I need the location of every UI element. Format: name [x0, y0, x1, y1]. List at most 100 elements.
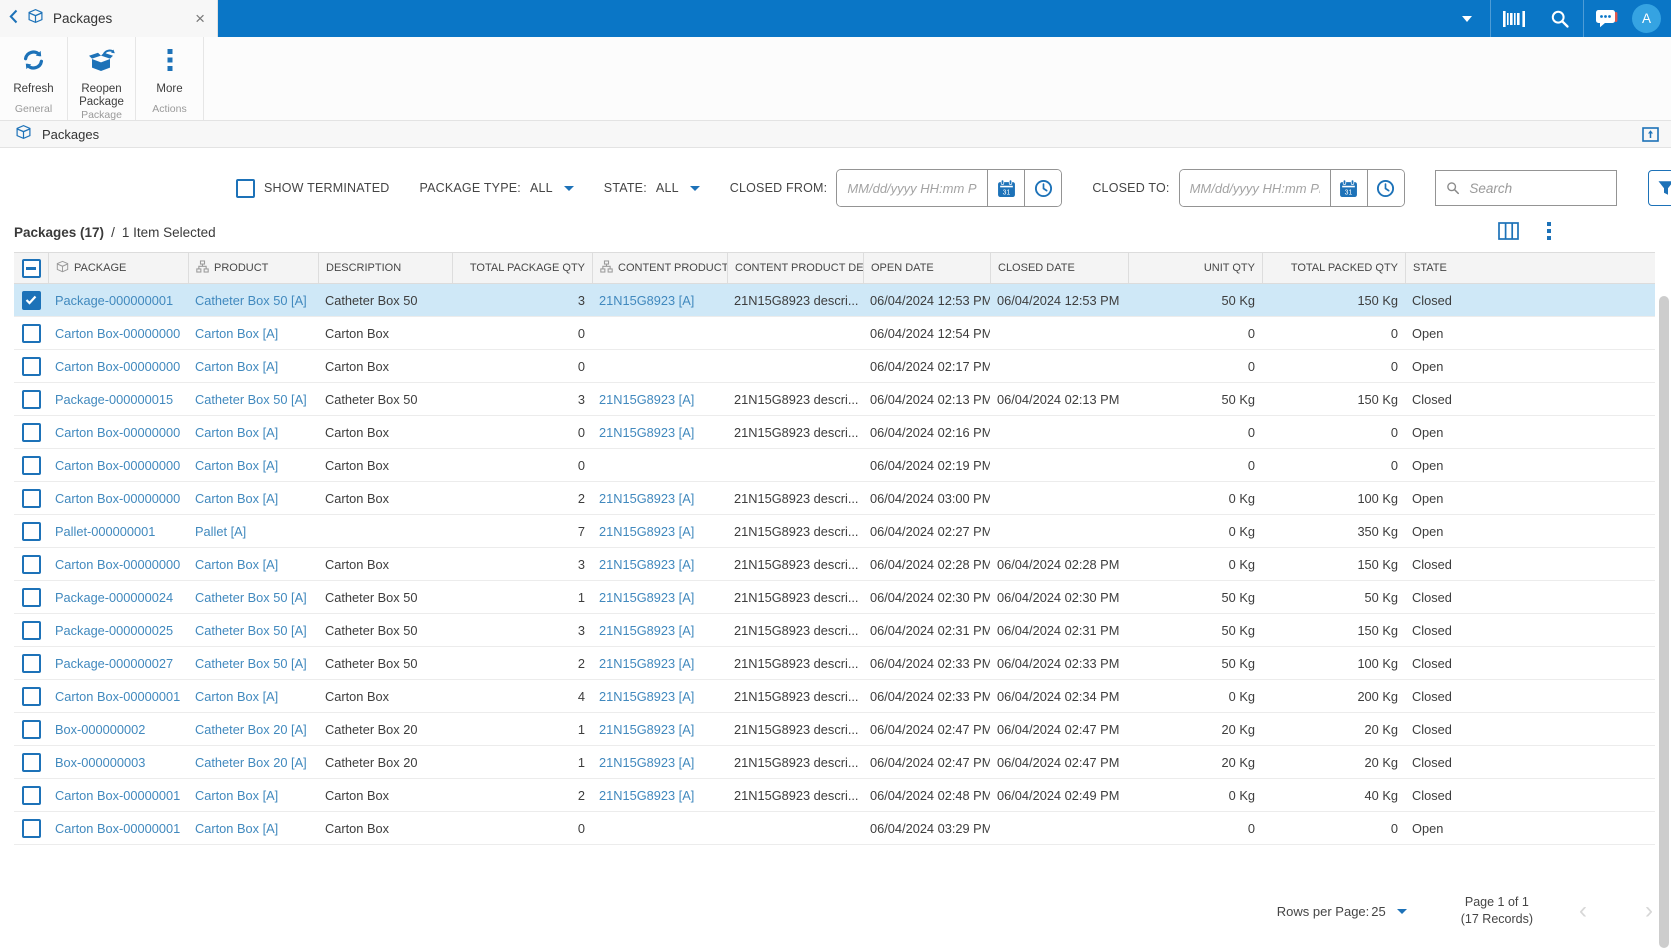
content_product-cell[interactable]: 21N15G8923 [A] [592, 755, 727, 770]
rows-per-page[interactable]: Rows per Page: 25 [1277, 904, 1407, 919]
package-cell[interactable]: Package-000000001 [48, 293, 188, 308]
closed-from-calendar-button[interactable]: 31 [987, 170, 1025, 206]
row-checkbox[interactable] [21, 785, 41, 805]
table-row[interactable]: Package-000000001 Catheter Box 50 [A] Cath… [14, 284, 1655, 317]
table-row[interactable]: Carton Box-00000001 Carton Box [A] Carton … [14, 779, 1655, 812]
closed-to-time-button[interactable] [1366, 170, 1404, 206]
column-header-product[interactable]: PRODUCT [188, 253, 318, 283]
content_product-cell[interactable]: 21N15G8923 [A] [592, 623, 727, 638]
global-search-button[interactable] [1537, 0, 1583, 37]
closed-to-calendar-button[interactable]: 31 [1329, 170, 1367, 206]
product-cell[interactable]: Carton Box [A] [188, 821, 318, 836]
product-cell[interactable]: Carton Box [A] [188, 557, 318, 572]
content_product-cell[interactable]: 21N15G8923 [A] [592, 788, 727, 803]
previous-page-button[interactable]: ‹ [1579, 899, 1587, 923]
table-row[interactable]: Carton Box-00000000 Carton Box [A] Carton … [14, 317, 1655, 350]
select-all-checkbox[interactable] [21, 258, 41, 278]
product-cell[interactable]: Carton Box [A] [188, 326, 318, 341]
package-type-filter[interactable]: PACKAGE TYPE: ALL [419, 181, 574, 195]
package-cell[interactable]: Carton Box-00000001 [48, 689, 188, 704]
popout-button[interactable] [1642, 126, 1659, 142]
product-cell[interactable]: Catheter Box 50 [A] [188, 293, 318, 308]
package-cell[interactable]: Carton Box-00000001 [48, 788, 188, 803]
package-cell[interactable]: Carton Box-00000000 [48, 557, 188, 572]
package-cell[interactable]: Pallet-000000001 [48, 524, 188, 539]
row-checkbox[interactable] [21, 290, 41, 310]
package-type-value[interactable]: ALL [530, 181, 553, 195]
row-checkbox[interactable] [21, 422, 41, 442]
package-cell[interactable]: Carton Box-00000000 [48, 458, 188, 473]
product-cell[interactable]: Catheter Box 20 [A] [188, 755, 318, 770]
table-row[interactable]: Package-000000015 Catheter Box 50 [A] Cath… [14, 383, 1655, 416]
product-cell[interactable]: Carton Box [A] [188, 491, 318, 506]
content_product-cell[interactable]: 21N15G8923 [A] [592, 557, 727, 572]
row-checkbox[interactable] [21, 389, 41, 409]
product-cell[interactable]: Carton Box [A] [188, 689, 318, 704]
more-button[interactable]: More [136, 37, 203, 96]
dropdown-caret-button[interactable] [1444, 0, 1490, 37]
package-cell[interactable]: Carton Box-00000000 [48, 359, 188, 374]
table-row[interactable]: Package-000000027 Catheter Box 50 [A] Cath… [14, 647, 1655, 680]
row-checkbox[interactable] [21, 620, 41, 640]
column-header-total_packed_qty[interactable]: TOTAL PACKED QTY [1262, 253, 1405, 283]
package-cell[interactable]: Package-000000015 [48, 392, 188, 407]
row-checkbox[interactable] [21, 455, 41, 475]
column-header-content_product[interactable]: CONTENT PRODUCT [592, 253, 727, 283]
reopen-package-button[interactable]: Reopen Package [68, 37, 135, 109]
table-row[interactable]: Carton Box-00000000 Carton Box [A] Carton … [14, 482, 1655, 515]
column-header-content_product_desc[interactable]: CONTENT PRODUCT DE... [727, 253, 863, 283]
package-cell[interactable]: Package-000000025 [48, 623, 188, 638]
package-cell[interactable]: Package-000000024 [48, 590, 188, 605]
table-row[interactable]: Package-000000025 Catheter Box 50 [A] Cath… [14, 614, 1655, 647]
row-checkbox[interactable] [21, 356, 41, 376]
table-row[interactable]: Carton Box-00000000 Carton Box [A] Carton … [14, 416, 1655, 449]
refresh-button[interactable]: Refresh [0, 37, 67, 96]
table-row[interactable]: Box-000000003 Catheter Box 20 [A] Catheter… [14, 746, 1655, 779]
table-row[interactable]: Carton Box-00000000 Carton Box [A] Carton … [14, 350, 1655, 383]
columns-button[interactable] [1498, 222, 1519, 243]
column-header-unit_qty[interactable]: UNIT QTY [1128, 253, 1262, 283]
table-row[interactable]: Carton Box-00000000 Carton Box [A] Carton … [14, 449, 1655, 482]
product-cell[interactable]: Carton Box [A] [188, 788, 318, 803]
product-cell[interactable]: Carton Box [A] [188, 458, 318, 473]
row-checkbox[interactable] [21, 719, 41, 739]
show-terminated-checkbox[interactable] [236, 178, 255, 198]
product-cell[interactable]: Carton Box [A] [188, 425, 318, 440]
content_product-cell[interactable]: 21N15G8923 [A] [592, 425, 727, 440]
table-row[interactable]: Pallet-000000001 Pallet [A] 7 21N15G8923 [A… [14, 515, 1655, 548]
table-menu-button[interactable] [1546, 221, 1552, 244]
row-checkbox[interactable] [21, 488, 41, 508]
next-page-button[interactable]: › [1645, 899, 1653, 923]
state-filter[interactable]: STATE: ALL [604, 181, 700, 195]
closed-from-time-button[interactable] [1024, 170, 1062, 206]
product-cell[interactable]: Pallet [A] [188, 524, 318, 539]
barcode-scan-button[interactable] [1491, 0, 1537, 37]
product-cell[interactable]: Catheter Box 50 [A] [188, 392, 318, 407]
table-row[interactable]: Package-000000024 Catheter Box 50 [A] Cath… [14, 581, 1655, 614]
table-row[interactable]: Carton Box-00000001 Carton Box [A] Carton … [14, 680, 1655, 713]
package-cell[interactable]: Carton Box-00000000 [48, 491, 188, 506]
row-checkbox[interactable] [21, 323, 41, 343]
product-cell[interactable]: Catheter Box 20 [A] [188, 722, 318, 737]
table-row[interactable]: Box-000000002 Catheter Box 20 [A] Catheter… [14, 713, 1655, 746]
package-cell[interactable]: Box-000000003 [48, 755, 188, 770]
product-cell[interactable]: Catheter Box 50 [A] [188, 590, 318, 605]
product-cell[interactable]: Catheter Box 50 [A] [188, 656, 318, 671]
tab-packages[interactable]: Packages × [0, 0, 218, 37]
state-value[interactable]: ALL [656, 181, 679, 195]
column-header-total_package_qty[interactable]: TOTAL PACKAGE QTY [452, 253, 592, 283]
column-header-description[interactable]: DESCRIPTION [318, 253, 452, 283]
content_product-cell[interactable]: 21N15G8923 [A] [592, 293, 727, 308]
search-input[interactable] [1467, 179, 1606, 197]
row-checkbox[interactable] [21, 818, 41, 838]
closed-to-input[interactable] [1179, 170, 1330, 206]
column-header-closed_date[interactable]: CLOSED DATE [990, 253, 1128, 283]
content_product-cell[interactable]: 21N15G8923 [A] [592, 524, 727, 539]
product-cell[interactable]: Catheter Box 50 [A] [188, 623, 318, 638]
row-checkbox[interactable] [21, 686, 41, 706]
row-checkbox[interactable] [21, 554, 41, 574]
content_product-cell[interactable]: 21N15G8923 [A] [592, 656, 727, 671]
back-icon[interactable] [9, 9, 18, 29]
content_product-cell[interactable]: 21N15G8923 [A] [592, 722, 727, 737]
product-cell[interactable]: Carton Box [A] [188, 359, 318, 374]
